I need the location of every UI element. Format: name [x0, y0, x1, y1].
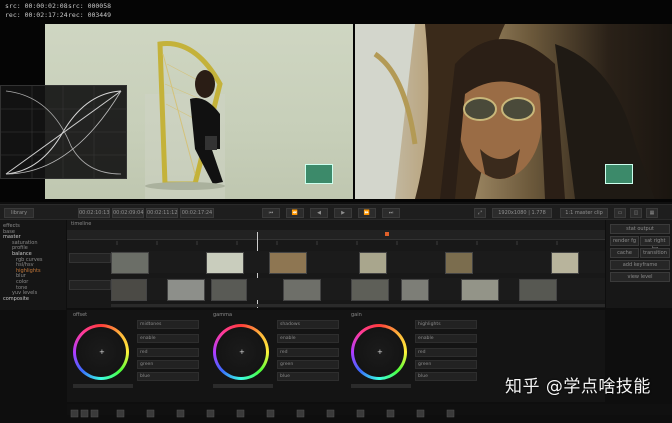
tool-icons-row-icon — [70, 409, 455, 418]
timeline-label: timeline — [71, 221, 92, 227]
clip-thumbnail[interactable] — [167, 279, 205, 301]
track-header-v1[interactable] — [69, 280, 111, 290]
gamma-slider[interactable] — [213, 384, 273, 388]
go-end-icon[interactable]: ⏭ — [382, 208, 400, 218]
timecode-field-2[interactable]: 00:02:09:04 — [112, 208, 144, 218]
timeline-ruler[interactable] — [67, 230, 605, 245]
clip-thumbnail[interactable] — [206, 252, 244, 274]
add-keyframe-button[interactable]: add keyframe — [610, 260, 670, 270]
clip-thumbnail[interactable] — [211, 279, 247, 301]
offset-enable-field[interactable]: enable — [137, 334, 199, 343]
track-header-v2[interactable] — [69, 253, 111, 263]
transport-toolbar: library 00:02:10:13 00:02:09:04 00:02:11… — [0, 204, 672, 220]
clip-thumbnail[interactable] — [401, 279, 429, 301]
transition-button[interactable]: transition — [640, 248, 670, 258]
clip-thumbnail[interactable] — [519, 279, 557, 301]
offset-green-field[interactable]: green — [137, 360, 199, 369]
timeline-scrollbar[interactable] — [111, 304, 605, 307]
gamma-enable-field[interactable]: enable — [277, 334, 339, 343]
clip-thumbnail[interactable] — [445, 252, 473, 274]
channel-logo-icon-right — [605, 164, 633, 184]
gain-red-field[interactable]: red — [415, 348, 477, 357]
clip-thumbnail[interactable] — [283, 279, 321, 301]
gain-wheel-center-icon[interactable]: + — [377, 349, 383, 356]
source-timecode: src: 00:00:02:08 rec: 00:02:17:24 — [5, 2, 68, 20]
clip-thumbnail[interactable] — [461, 279, 499, 301]
gamma-title: gamma — [213, 312, 233, 318]
viewer-panel: src: 00:00:02:08 rec: 00:02:17:24 src: 0… — [0, 0, 672, 202]
clip-thumbnail[interactable] — [111, 252, 149, 274]
marker-icon[interactable] — [385, 232, 389, 236]
play-icon[interactable]: ▶ — [334, 208, 352, 218]
timecode-field-1[interactable]: 00:02:10:13 — [78, 208, 110, 218]
src-timecode-label: src: 00:00:02:08 — [5, 2, 68, 10]
timecode-field-3[interactable]: 00:02:11:12 — [146, 208, 178, 218]
view-single-icon[interactable]: ▭ — [614, 208, 626, 218]
offset-title: offset — [73, 312, 88, 318]
clip-thumbnail[interactable] — [359, 252, 387, 274]
gamma-blue-field[interactable]: blue — [277, 372, 339, 381]
offset-wheel-center-icon[interactable]: + — [99, 349, 105, 356]
gain-blue-field[interactable]: blue — [415, 372, 477, 381]
bottom-tool-strip — [67, 404, 672, 418]
clip-thumbnail[interactable] — [269, 252, 307, 274]
offset-slider[interactable] — [73, 384, 133, 388]
stat-output-button[interactable]: stat output — [610, 224, 670, 234]
zoom-icon[interactable]: ⤢ — [474, 208, 486, 218]
highlights-header: highlights — [415, 320, 477, 329]
offset-blue-field[interactable]: blue — [137, 372, 199, 381]
cache-button[interactable]: cache — [610, 248, 639, 258]
timecode-field-4[interactable]: 00:02:17:24 — [180, 208, 214, 218]
tree-item-composite[interactable]: composite — [0, 296, 66, 303]
record-frame-image — [355, 24, 672, 199]
gain-enable-field[interactable]: enable — [415, 334, 477, 343]
gamma-red-field[interactable]: red — [277, 348, 339, 357]
video-track-2 — [111, 251, 605, 274]
timeline-panel: timeline — [67, 220, 605, 308]
gamma-green-field[interactable]: green — [277, 360, 339, 369]
rec-timecode-label: rec: 00:02:17:24 — [5, 11, 68, 19]
view-split-icon[interactable]: ◫ — [630, 208, 642, 218]
shadows-header: shadows — [277, 320, 339, 329]
clip-thumbnail[interactable] — [111, 279, 147, 301]
src-frame-label: src: 000058 — [68, 2, 112, 10]
ruler-ticks-icon — [116, 241, 558, 245]
gain-slider[interactable] — [351, 384, 411, 388]
render-fg-button[interactable]: render fg — [610, 236, 639, 246]
clip-thumbnail[interactable] — [351, 279, 389, 301]
step-forward-icon[interactable]: ⏩ — [358, 208, 376, 218]
gamma-wheel-center-icon[interactable]: + — [239, 349, 245, 356]
rec-frame-label: rec: 003449 — [68, 11, 112, 19]
library-button[interactable]: library — [4, 208, 34, 218]
watermark-text: 知乎 @学点啥技能 — [505, 377, 651, 397]
effects-tree-panel: effects base master saturation profile b… — [0, 220, 66, 310]
go-start-icon[interactable]: ⏮ — [262, 208, 280, 218]
video-track-1 — [111, 278, 605, 301]
view-grid-icon[interactable]: ▦ — [646, 208, 658, 218]
curves-graph[interactable] — [0, 85, 127, 179]
gain-title: gain — [351, 312, 362, 318]
resolution-field[interactable]: 1920x1080 | 1.778 — [492, 208, 552, 218]
frame-counter: src: 000058 rec: 003449 — [68, 2, 111, 20]
clip-thumbnail[interactable] — [551, 252, 579, 274]
play-reverse-icon[interactable]: ◀ — [310, 208, 328, 218]
right-control-panel: stat output render fg sat right bg cache… — [606, 220, 672, 308]
view-mode-dropdown[interactable]: 1:1 master clip — [560, 208, 608, 218]
channel-logo-icon — [305, 164, 333, 184]
curve-lines-icon — [1, 86, 126, 178]
gain-green-field[interactable]: green — [415, 360, 477, 369]
offset-red-field[interactable]: red — [137, 348, 199, 357]
midtones-header: midtones — [137, 320, 199, 329]
step-back-icon[interactable]: ⏪ — [286, 208, 304, 218]
view-level-button[interactable]: view level — [610, 272, 670, 282]
sat-right-button[interactable]: sat right bg — [640, 236, 670, 252]
